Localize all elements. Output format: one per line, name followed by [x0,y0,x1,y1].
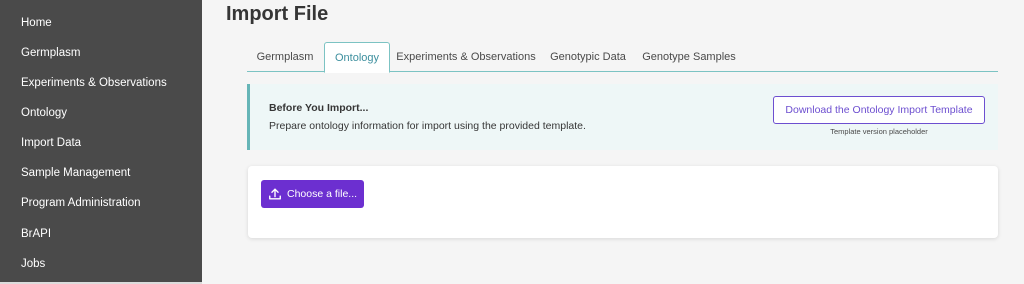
sidebar-item-program-administration[interactable]: Program Administration [21,196,141,210]
sidebar-item-jobs[interactable]: Jobs [21,257,45,271]
sidebar-item-home[interactable]: Home [21,16,52,30]
sidebar-item-import-data[interactable]: Import Data [21,136,81,150]
import-tabs: Germplasm Ontology Experiments & Observa… [247,42,998,73]
sidebar: Home Germplasm Experiments & Observation… [0,0,202,284]
main-content: Import File Germplasm Ontology Experimen… [202,0,1024,284]
download-template-button[interactable]: Download the Ontology Import Template [773,96,985,124]
tab-genotypic-data[interactable]: Genotypic Data [543,42,633,72]
upload-icon [269,188,281,200]
sidebar-item-brapi[interactable]: BrAPI [21,227,51,241]
tab-experiments-observations[interactable]: Experiments & Observations [391,42,541,72]
notice-title: Before You Import... [269,102,369,114]
template-version-text: Template version placeholder [830,127,928,136]
sidebar-item-sample-management[interactable]: Sample Management [21,166,130,180]
upload-card: Choose a file... [248,166,998,238]
before-import-notice: Before You Import... Prepare ontology in… [247,84,998,150]
sidebar-item-ontology[interactable]: Ontology [21,106,67,120]
tab-ontology[interactable]: Ontology [324,42,390,73]
page-title: Import File [226,3,329,25]
choose-file-label: Choose a file... [287,188,358,200]
sidebar-item-germplasm[interactable]: Germplasm [21,46,80,60]
choose-file-button[interactable]: Choose a file... [261,180,364,208]
tab-germplasm[interactable]: Germplasm [247,42,323,72]
sidebar-item-experiments-observations[interactable]: Experiments & Observations [21,76,167,90]
notice-text: Prepare ontology information for import … [269,120,586,132]
tab-genotype-samples[interactable]: Genotype Samples [635,42,743,72]
